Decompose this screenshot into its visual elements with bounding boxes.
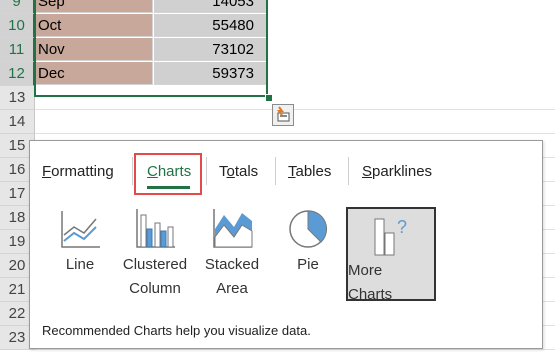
chart-option-clustered-column[interactable]: Clustered Column	[115, 207, 195, 303]
chart-option-line[interactable]: Line	[40, 207, 120, 303]
grid-row: 12 Dec 59373	[0, 62, 555, 86]
tab-divider	[132, 157, 133, 185]
more-charts-icon: ?	[374, 217, 407, 256]
cell-month[interactable]: Oct	[35, 14, 153, 37]
chart-label: Line	[65, 256, 95, 273]
row-header[interactable]: 9	[0, 0, 35, 14]
tab-charts[interactable]: Charts	[147, 163, 191, 180]
grid-row: 11 Nov 73102	[0, 38, 555, 62]
row-header[interactable]: 13	[0, 86, 35, 110]
row-header[interactable]: 10	[0, 14, 35, 38]
tab-totals[interactable]: Totals	[219, 163, 258, 180]
tab-divider	[348, 157, 349, 185]
cell-month[interactable]: Sep	[35, 0, 153, 13]
fill-handle[interactable]	[265, 94, 273, 102]
pie-chart-icon	[289, 210, 328, 248]
grid-row: 9 Sep 14053	[0, 0, 555, 14]
tab-divider	[206, 157, 207, 185]
tab-divider	[275, 157, 276, 185]
quick-analysis-button[interactable]	[272, 104, 294, 126]
chart-label: Stacked	[204, 256, 260, 273]
chart-option-stacked-area[interactable]: Stacked Area	[192, 207, 272, 303]
cell-value[interactable]: 55480	[154, 14, 267, 37]
quick-analysis-icon	[277, 106, 290, 122]
tab-tables[interactable]: Tables	[288, 163, 331, 180]
chart-label: More	[348, 262, 383, 279]
stacked-area-icon	[213, 209, 253, 248]
svg-text:?: ?	[397, 217, 407, 237]
tab-formatting[interactable]: Formatting	[42, 163, 114, 180]
quick-analysis-popup: Formatting Charts Totals Tables Sparklin…	[29, 140, 543, 349]
grid-row: 10 Oct 55480	[0, 14, 555, 38]
chart-label: Column	[129, 280, 181, 297]
clustered-column-icon	[136, 209, 175, 248]
row-header[interactable]: 11	[0, 38, 35, 62]
empty-cells[interactable]	[35, 110, 555, 134]
active-tab-underline	[147, 186, 190, 189]
cell-month[interactable]: Dec	[35, 62, 153, 85]
row-header[interactable]: 14	[0, 110, 35, 134]
cell-value[interactable]: 59373	[154, 62, 267, 85]
tab-sparklines[interactable]: Sparklines	[362, 163, 432, 180]
cell-month[interactable]: Nov	[35, 38, 153, 61]
row-header[interactable]: 12	[0, 62, 35, 86]
chart-option-pie[interactable]: Pie	[268, 207, 348, 303]
chart-label: Clustered	[122, 256, 188, 273]
chart-label: Area	[216, 280, 248, 297]
cell-value[interactable]: 14053	[154, 0, 267, 13]
line-chart-icon	[61, 211, 100, 248]
empty-cells[interactable]	[35, 86, 555, 110]
popup-description: Recommended Charts help you visualize da…	[42, 323, 311, 338]
chart-label: Charts	[348, 286, 393, 303]
chart-option-more-charts[interactable]: ? More Charts	[346, 207, 436, 303]
chart-label: Pie	[297, 256, 319, 273]
cell-value[interactable]: 73102	[154, 38, 267, 61]
